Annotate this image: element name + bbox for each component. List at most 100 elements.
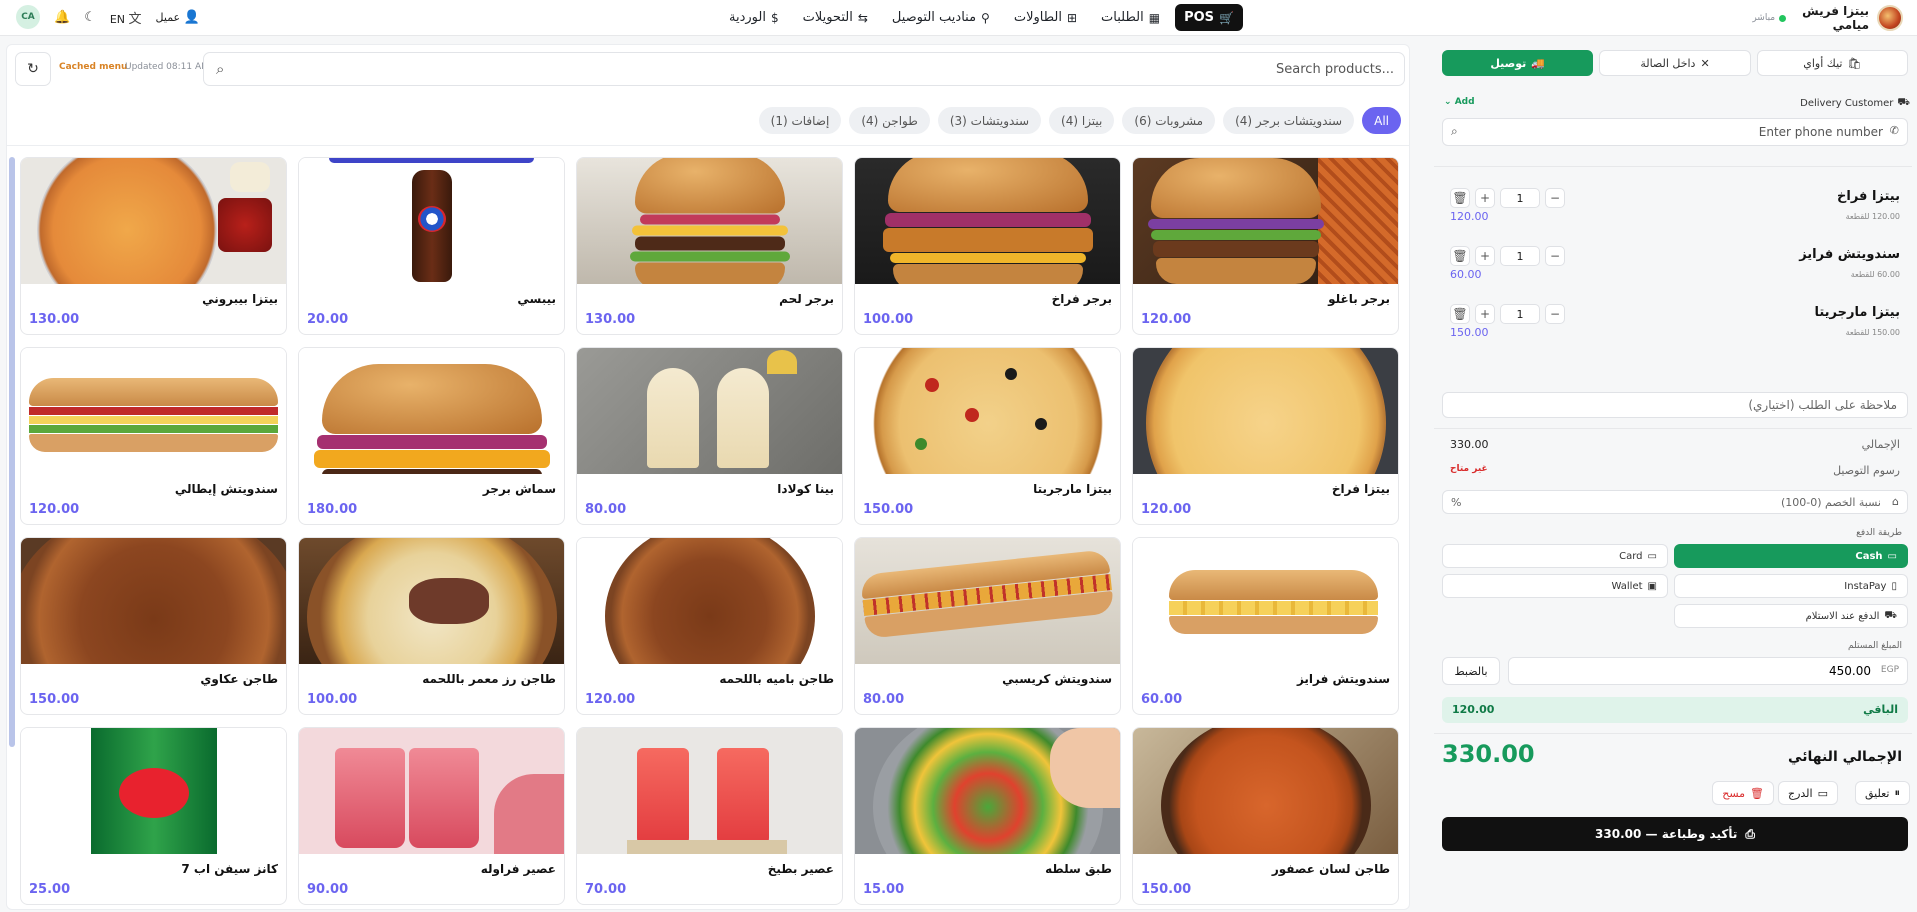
cart-item: سندويتش فرايز 60.00 للقطعة 🗑 + 1 − 60.00 [1450,246,1900,281]
printer-icon: ⎙ [1745,826,1755,841]
pizza-margherita-image [855,348,1120,474]
order-type-takeaway[interactable]: 🛍 تيك أواي [1756,50,1908,76]
item-total: 60.00 [1450,268,1482,281]
product-card[interactable]: عصير فراوله 90.00 [298,727,565,905]
product-card[interactable]: طاجن لسان عصفور 150.00 [1132,727,1399,905]
delivery-customer-label: Delivery Customer ⛟ [1800,97,1910,109]
product-card[interactable]: بينا كولادا 80.00 [576,347,843,525]
payment-cash[interactable]: Cash ▭ [1674,544,1908,568]
quantity-value[interactable]: 1 [1500,304,1540,324]
product-card[interactable]: سندويتش كريسبي 80.00 [854,537,1121,715]
moon-icon[interactable]: ☾ [84,10,96,25]
product-card[interactable]: عصير بطيخ 70.00 [576,727,843,905]
pizza-chicken-image [1133,348,1398,474]
customer-button[interactable]: عميل 👤 [156,10,200,25]
updated-time: Updated 08:11 AM [125,62,209,72]
delete-icon[interactable]: 🗑 [1450,304,1470,324]
product-card[interactable]: برجر فراخ 100.00 [854,157,1121,335]
category-tagines[interactable]: طواجن (4) [849,107,930,134]
product-card[interactable]: برجر باغلو 120.00 [1132,157,1399,335]
decrease-button[interactable]: − [1545,304,1565,324]
payment-wallet[interactable]: Wallet ▣ [1442,574,1668,598]
discount-field[interactable]: % نسبة الخصم (0-100) ⌂ [1442,490,1908,514]
payment-card[interactable]: Card ▭ [1442,544,1668,568]
language-toggle[interactable]: EN 文 [110,8,142,27]
truck-icon: ⛟ [1897,97,1910,108]
cart-item: بيتزا مارجريتا 150.00 للقطعة 🗑 + 1 − 150… [1450,304,1900,339]
search-input[interactable] [244,53,1404,85]
category-extras[interactable]: إضافات (1) [758,107,842,134]
category-sandwiches[interactable]: سندويتشات (3) [937,107,1042,134]
received-field: EGP [1508,657,1908,685]
currency-label: EGP [1880,665,1899,675]
quantity-value[interactable]: 1 [1500,246,1540,266]
order-type-dine-in[interactable]: ✕ داخل الصالة [1599,50,1751,76]
decrease-button[interactable]: − [1545,246,1565,266]
product-card[interactable]: سماش برجر 180.00 [298,347,565,525]
received-input[interactable] [1551,658,1871,684]
product-card[interactable]: كانز سيفن اب 7 25.00 [20,727,287,905]
cart-icon: 🛒 [1219,10,1234,25]
product-card[interactable]: طاجن باميه باللحمه 120.00 [576,537,843,715]
product-card[interactable]: بيتزا فراخ 120.00 [1132,347,1399,525]
increase-button[interactable]: + [1475,188,1495,208]
dollar-icon: $ [770,10,779,25]
product-card[interactable]: برجر لحم 130.00 [576,157,843,335]
remaining-row: الباقي 120.00 [1442,697,1908,723]
category-drinks[interactable]: مشروبات (6) [1122,107,1216,134]
delete-icon[interactable]: 🗑 [1450,246,1470,266]
confirm-print-button[interactable]: تأكيد وطباعة — 330.00 ⎙ [1442,817,1908,851]
increase-button[interactable]: + [1475,246,1495,266]
nav-drivers[interactable]: ⚲ مناديب التوصيل [883,4,999,31]
drawer-button[interactable]: الدرج ▭ [1777,781,1838,805]
nav-shift[interactable]: $ الوردية [720,4,788,31]
watermelon-juice-image [577,728,842,854]
live-dot-icon [1779,14,1787,22]
phone-field: ⌕ ✆ [1442,118,1908,146]
order-type-delivery[interactable]: 🚚 توصيل [1442,50,1594,76]
order-note-input[interactable] [1443,393,1907,417]
product-card[interactable]: طاجن عكاوي 150.00 [20,537,287,715]
phone-icon: ▯ [1891,580,1897,592]
bell-icon[interactable]: 🔔 [54,10,70,25]
delete-icon[interactable]: 🗑 [1450,188,1470,208]
received-label: المبلغ المستلم [1848,641,1902,651]
nav-tables[interactable]: ⊞ الطاولات [1005,4,1086,31]
product-card[interactable]: بيتزا مارجريتا 150.00 [854,347,1121,525]
payment-cod[interactable]: الدفع عند الاستلام ⛟ [1674,604,1908,628]
category-pizza[interactable]: بيتزا (4) [1049,107,1115,134]
nav-pos[interactable]: 🛒 POS [1175,4,1243,31]
payment-instapay[interactable]: InstaPay ▯ [1674,574,1908,598]
product-card[interactable]: بيبسي 20.00 [298,157,565,335]
brand[interactable]: بيتزا فريش ميامي مباشر [1752,3,1903,33]
drawer-icon: ▭ [1817,786,1828,800]
phone-input[interactable] [1483,119,1883,145]
translate-icon: 文 [128,11,142,27]
category-all[interactable]: All [1362,107,1401,134]
category-burger-sandwiches[interactable]: سندويتشات برجر (4) [1223,107,1355,134]
product-card[interactable]: طاجن رز معمر باللحمه 100.00 [298,537,565,715]
product-card[interactable]: طبق سلطه 15.00 [854,727,1121,905]
scrollbar[interactable] [9,157,15,747]
product-card[interactable]: بيتزا بيبروني 130.00 [20,157,287,335]
crispy-sandwich-image [855,538,1120,664]
pizza-pepperoni-image [21,158,286,284]
clear-button[interactable]: مسح 🗑 [1712,781,1774,805]
decrease-button[interactable]: − [1545,188,1565,208]
add-customer-button[interactable]: ⌄ Add [1444,97,1475,107]
nav-transfers[interactable]: ⇆ التحويلات [794,4,877,31]
subtotal-value: 330.00 [1450,438,1489,451]
search-box: ⌕ [203,52,1405,86]
top-bar: بيتزا فريش ميامي مباشر 🛒 POS ▦ الطلبات ⊞ ال… [0,0,1917,36]
order-panel: 🛍 تيك أواي ✕ داخل الصالة 🚚 توصيل Delivery C… [1434,44,1912,910]
refresh-button[interactable]: ↻ [15,52,51,86]
product-card[interactable]: سندويتش فرايز 60.00 [1132,537,1399,715]
product-card[interactable]: سندويتش إيطالي 120.00 [20,347,287,525]
branch-name: ميامي [1832,18,1869,32]
avatar[interactable]: CA [16,5,40,29]
increase-button[interactable]: + [1475,304,1495,324]
exact-amount-button[interactable]: بالضبط [1442,657,1500,685]
hold-button[interactable]: تعليق ⏸ [1854,781,1910,805]
nav-orders[interactable]: ▦ الطلبات [1092,4,1169,31]
quantity-value[interactable]: 1 [1500,188,1540,208]
